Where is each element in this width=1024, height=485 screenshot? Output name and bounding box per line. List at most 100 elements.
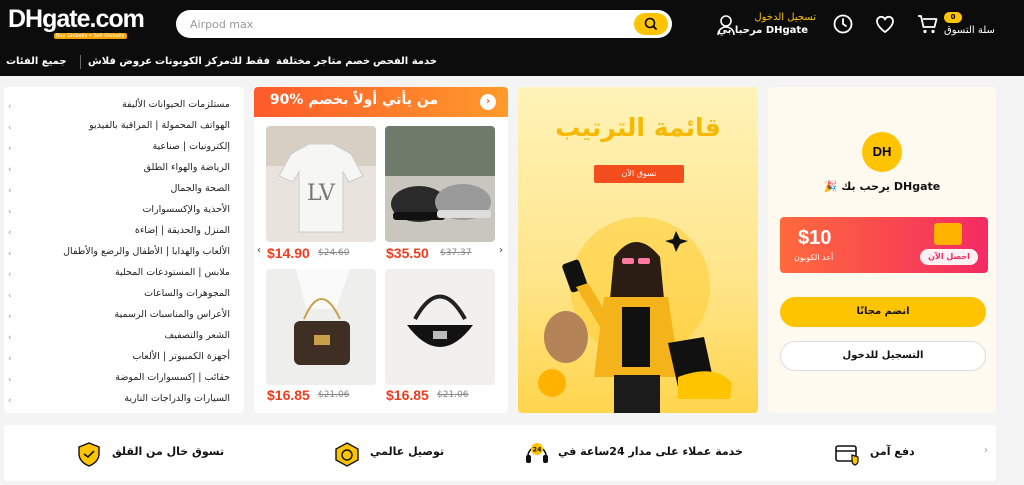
chevron-left-icon: ‹ — [8, 123, 12, 133]
chevron-left-icon: ‹ — [8, 312, 12, 322]
nav-item-store-discounts[interactable]: خصم متاجر مختلفة — [276, 56, 370, 67]
chevron-left-icon: ‹ — [8, 186, 12, 196]
search-input[interactable] — [190, 15, 610, 33]
category-item[interactable]: الرياضة والهواء الطلق ‹ — [8, 162, 230, 182]
welcome-panel: DH 🎉 يرحب بك DHgate $10 أعد الكوبون احصل… — [768, 87, 996, 413]
sign-in-link[interactable]: تسجيل الدخول — [754, 12, 816, 23]
category-label: أجهزة الكمبيوتر | الألعاب — [132, 351, 230, 362]
chevron-left-icon: ‹ — [8, 144, 12, 154]
product-old-price: $21.06 — [318, 390, 350, 400]
category-item[interactable]: إلكترونيات | صناعية ‹ — [8, 141, 230, 161]
category-item[interactable]: السيارات والدراجات النارية ‹ — [8, 393, 230, 413]
nav-divider — [80, 55, 81, 69]
account-greeting: مرحبا بي DHgate — [717, 25, 808, 36]
category-item[interactable]: ملابس | المستودعات المحلية ‹ — [8, 267, 230, 287]
category-item[interactable]: الصحة والجمال ‹ — [8, 183, 230, 203]
welcome-greeting: 🎉 يرحب بك DHgate — [768, 180, 996, 193]
coupon-label: أعد الكوبون — [794, 253, 834, 262]
dhgate-logo[interactable]: DHgate.com Buy Globally • Sell Globally — [8, 5, 145, 43]
category-label: السيارات والدراجات النارية — [124, 393, 230, 404]
feature-global-delivery: توصيل عالمي — [334, 441, 445, 467]
category-item[interactable]: الشعر والتصفيف ‹ — [8, 330, 230, 350]
product-price: $16.85 — [386, 387, 429, 403]
carousel-prev-icon[interactable]: ‹ — [257, 245, 261, 256]
chevron-left-icon: ‹ — [8, 207, 12, 217]
product-old-price: $24.60 — [318, 248, 350, 258]
main-nav: جميع الفئات عروض فلاش مركز الكوبونات فقط… — [0, 48, 1024, 76]
category-label: الشعر والتصفيف — [164, 330, 230, 341]
category-item[interactable]: الألعاب والهدايا | الأطفال والرضع والأطف… — [8, 246, 230, 266]
product-image-sneakers[interactable] — [385, 126, 495, 242]
shop-now-button[interactable]: تسوق الآن — [594, 165, 684, 183]
login-button[interactable]: التسجيل للدخول — [780, 341, 986, 371]
chevron-left-icon: ‹ — [8, 375, 12, 385]
category-item[interactable]: المنزل والحديقة | إضاءة ‹ — [8, 225, 230, 245]
svg-text:24: 24 — [532, 446, 542, 454]
category-label: الألعاب والهدايا | الأطفال والرضع والأطف… — [63, 246, 230, 257]
chevron-left-icon: ‹ — [8, 270, 12, 280]
account-menu[interactable]: تسجيل الدخول مرحبا بي DHgate — [716, 11, 816, 39]
carousel-next-icon[interactable]: › — [499, 245, 503, 256]
feature-worry-free: تسوق خال من القلق — [76, 441, 224, 467]
category-label: الأحذية والإكسسوارات — [142, 204, 230, 215]
category-label: إلكترونيات | صناعية — [152, 141, 230, 152]
product-old-price: $21.06 — [437, 390, 469, 400]
category-label: الأعراس والمناسبات الرسمية — [114, 309, 230, 320]
chevron-right-icon[interactable]: › — [984, 445, 988, 456]
product-old-price: $37.37 — [440, 248, 472, 258]
product-image-handbag[interactable] — [385, 269, 495, 385]
logo-tagline: Buy Globally • Sell Globally — [54, 33, 127, 39]
logo-text: DHgate.com — [8, 5, 145, 33]
nav-item-flash-deals[interactable]: عروض فلاش — [88, 56, 152, 67]
shop-now-label: تسوق الآن — [621, 169, 657, 178]
product-price: $35.50 — [386, 245, 429, 261]
product-image-shoulder-bag[interactable] — [266, 269, 376, 385]
cart-label[interactable]: سلة التسوق — [944, 25, 995, 36]
nav-item-coupon-center[interactable]: مركز الكوبونات — [155, 56, 230, 67]
cart-icon[interactable] — [916, 12, 940, 36]
chevron-left-icon: ‹ — [8, 249, 12, 259]
category-label: مستلزمات الحيوانات الأليفة — [121, 99, 230, 110]
ranking-banner[interactable]: قائمة الترتيب تسوق الآن — [518, 87, 758, 413]
product-price: $16.85 — [267, 387, 310, 403]
category-item[interactable]: الأعراس والمناسبات الرسمية ‹ — [8, 309, 230, 329]
nav-item-inspection-service[interactable]: خدمة الفحص — [373, 56, 437, 67]
category-item[interactable]: المجوهرات والساعات ‹ — [8, 288, 230, 308]
nav-item-just-for-you[interactable]: فقط لك — [229, 56, 270, 67]
support-24h-icon: 24 — [526, 443, 548, 463]
cart-count-badge: 0 — [944, 12, 962, 23]
top-bar: DHgate.com Buy Globally • Sell Globally … — [0, 0, 1024, 48]
coupon-card[interactable]: $10 أعد الكوبون احصل الآن — [780, 217, 988, 273]
arrow-right-icon[interactable]: › — [480, 94, 496, 110]
features-bar: تسوق خال من القلق توصيل عالمي 24 خدمة عم… — [4, 425, 996, 481]
chevron-left-icon: ‹ — [8, 165, 12, 175]
deal-header[interactable]: 90% من يأتي أولاً بخصم › — [254, 87, 508, 117]
category-item[interactable]: الهواتف المحمولة | المراقبة بالفيديو ‹ — [8, 120, 230, 140]
feature-label: تسوق خال من القلق — [112, 445, 225, 458]
category-sidebar: مستلزمات الحيوانات الأليفة ‹ الهواتف المح… — [4, 87, 244, 413]
category-label: الرياضة والهواء الطلق — [143, 162, 230, 173]
feature-label: دفع آمن — [870, 445, 915, 458]
coupon-amount: $10 — [798, 227, 832, 249]
get-coupon-button[interactable]: احصل الآن — [920, 249, 978, 265]
wishlist-heart-icon[interactable] — [874, 13, 896, 35]
feature-secure-payment: دفع آمن — [834, 441, 934, 466]
category-item[interactable]: مستلزمات الحيوانات الأليفة ‹ — [8, 99, 230, 119]
category-label: المنزل والحديقة | إضاءة — [134, 225, 230, 236]
product-image-tshirt[interactable]: LV — [266, 126, 376, 242]
chevron-left-icon: ‹ — [8, 333, 12, 343]
deal-title: 90% من يأتي أولاً بخصم — [269, 92, 439, 108]
banner-title: قائمة الترتيب — [555, 113, 721, 142]
welcome-greeting-text: يرحب بك DHgate — [841, 180, 941, 193]
search-bar — [176, 10, 672, 38]
nav-all-categories[interactable]: جميع الفئات — [6, 56, 67, 67]
search-button[interactable] — [634, 13, 668, 35]
category-item[interactable]: أجهزة الكمبيوتر | الألعاب ‹ — [8, 351, 230, 371]
history-icon[interactable] — [832, 13, 854, 35]
feature-label: توصيل عالمي — [370, 445, 445, 458]
category-item[interactable]: الأحذية والإكسسوارات ‹ — [8, 204, 230, 224]
join-free-button[interactable]: انضم مجانًا — [780, 297, 986, 327]
dh-avatar-logo: DH — [862, 132, 902, 172]
category-item[interactable]: حقائب | إكسسوارات الموضة ‹ — [8, 372, 230, 392]
svg-text:LV: LV — [307, 181, 336, 206]
